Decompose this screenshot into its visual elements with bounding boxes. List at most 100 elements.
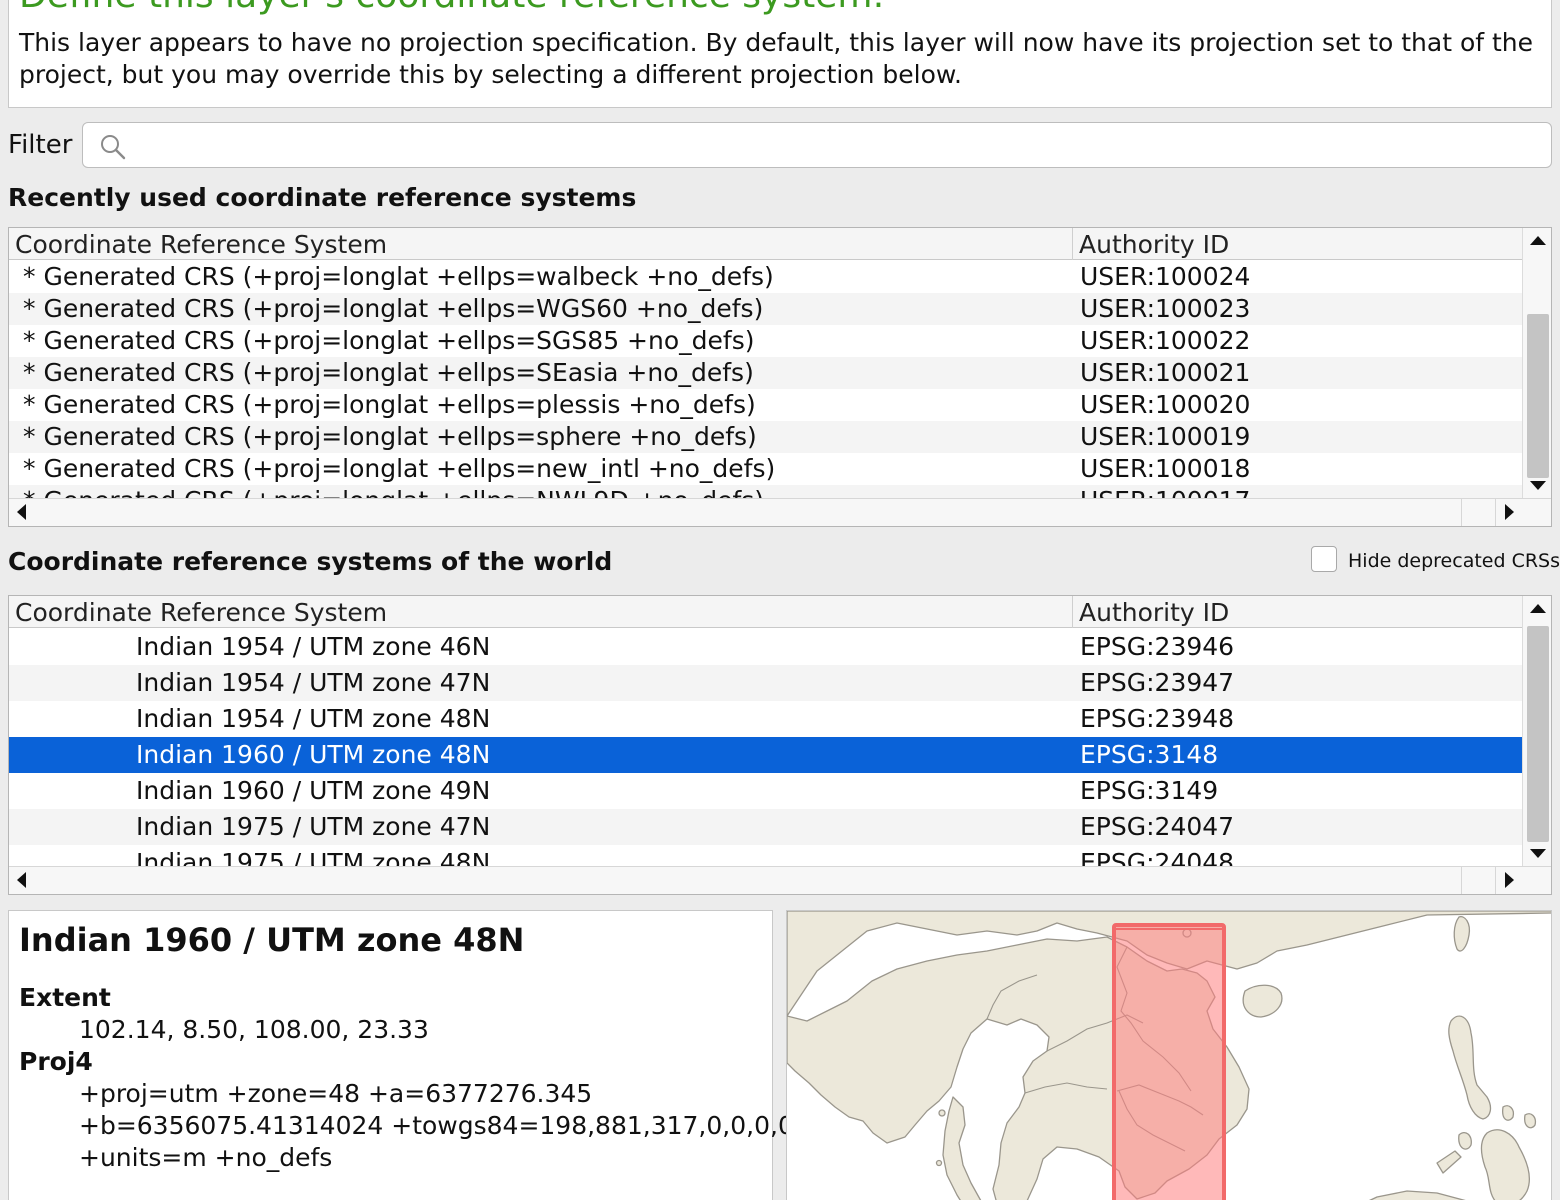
recent-crs-row[interactable]: * Generated CRS (+proj=longlat +ellps=ne… (9, 453, 1522, 485)
extent-value: 102.14, 8.50, 108.00, 23.33 (79, 1015, 429, 1044)
authority-id-cell: USER:100022 (1080, 326, 1251, 355)
header-panel: Define this layer's coordinate reference… (8, 0, 1552, 108)
authority-id-cell: EPSG:24047 (1080, 812, 1235, 841)
world-crs-table[interactable]: Coordinate Reference System Authority ID… (8, 595, 1552, 895)
proj4-line: +b=6356075.41314024 +towgs84=198,881,317… (79, 1111, 794, 1140)
filter-label: Filter (8, 130, 73, 160)
world-table-body: Indian 1954 / UTM zone 46N EPSG:23946 Indi… (9, 629, 1522, 867)
land-mass (1480, 1129, 1531, 1200)
scroll-right-arrow-icon[interactable] (1505, 504, 1514, 520)
authority-id-cell: USER:100019 (1080, 422, 1251, 451)
world-map (787, 911, 1551, 1200)
scroll-up-arrow-icon[interactable] (1530, 236, 1546, 245)
world-crs-row[interactable]: Indian 1960 / UTM zone 48N EPSG:3148 (9, 737, 1522, 773)
hide-deprecated-label[interactable]: Hide deprecated CRSs (1348, 550, 1560, 572)
recent-vertical-scrollbar[interactable] (1522, 228, 1551, 499)
recent-crs-row[interactable]: * Generated CRS (+proj=longlat +ellps=wa… (9, 261, 1522, 293)
authority-id-cell: EPSG:24048 (1080, 848, 1235, 867)
land-mass (1369, 1190, 1466, 1200)
crs-details-title: Indian 1960 / UTM zone 48N (19, 921, 525, 959)
world-crs-title: Coordinate reference systems of the worl… (8, 547, 613, 576)
authority-id-cell: USER:100020 (1080, 390, 1251, 419)
crs-name-cell: * Generated CRS (+proj=longlat +ellps=sp… (23, 422, 757, 451)
filter-field[interactable] (82, 122, 1552, 168)
land-mass (1458, 1131, 1472, 1150)
land-mass (938, 1109, 946, 1117)
crs-name-cell: * Generated CRS (+proj=longlat +ellps=SE… (23, 358, 754, 387)
world-vertical-scrollbar[interactable] (1522, 596, 1551, 867)
recent-horizontal-scrollbar[interactable] (9, 498, 1551, 526)
world-table-header: Coordinate Reference System Authority ID (9, 596, 1522, 628)
authority-id-cell: USER:100023 (1080, 294, 1251, 323)
recent-crs-row[interactable]: * Generated CRS (+proj=longlat +ellps=SG… (9, 325, 1522, 357)
recent-crs-table[interactable]: Coordinate Reference System Authority ID… (8, 227, 1552, 527)
crs-extent-rectangle (1112, 923, 1226, 1200)
authority-id-cell: EPSG:23946 (1080, 632, 1235, 661)
recent-crs-row[interactable]: * Generated CRS (+proj=longlat +ellps=WG… (9, 293, 1522, 325)
authority-id-cell: EPSG:23947 (1080, 668, 1235, 697)
recent-crs-row[interactable]: * Generated CRS (+proj=longlat +ellps=sp… (9, 421, 1522, 453)
world-horizontal-scrollbar[interactable] (9, 866, 1551, 894)
hide-deprecated-checkbox[interactable] (1311, 546, 1337, 572)
crs-name-cell: Indian 1975 / UTM zone 47N (136, 812, 491, 841)
scroll-left-arrow-icon[interactable] (17, 504, 26, 520)
filter-input[interactable] (139, 129, 1539, 161)
world-crs-row[interactable]: Indian 1975 / UTM zone 48N EPSG:24048 (9, 845, 1522, 867)
authority-id-cell: EPSG:23948 (1080, 704, 1235, 733)
world-crs-row[interactable]: Indian 1954 / UTM zone 48N EPSG:23948 (9, 701, 1522, 737)
land-mass (1502, 1105, 1515, 1121)
authority-id-cell: EPSG:3148 (1080, 740, 1219, 769)
crs-name-cell: * Generated CRS (+proj=longlat +ellps=WG… (23, 294, 764, 323)
crs-name-cell: * Generated CRS (+proj=longlat +ellps=pl… (23, 390, 756, 419)
header-title: Define this layer's coordinate reference… (19, 0, 885, 16)
crs-name-cell: Indian 1954 / UTM zone 47N (136, 668, 491, 697)
land-mass (1242, 984, 1283, 1018)
scroll-right-arrow-icon[interactable] (1505, 872, 1514, 888)
scrollbar-track-end (1461, 499, 1495, 526)
scroll-down-arrow-icon[interactable] (1530, 849, 1546, 858)
recent-crs-row[interactable]: * Generated CRS (+proj=longlat +ellps=pl… (9, 389, 1522, 421)
scrollbar-thumb[interactable] (1527, 626, 1549, 842)
world-crs-row[interactable]: Indian 1975 / UTM zone 47N EPSG:24047 (9, 809, 1522, 845)
crs-name-cell: * Generated CRS (+proj=longlat +ellps=wa… (23, 262, 774, 291)
crs-name-cell: Indian 1975 / UTM zone 48N (136, 848, 491, 867)
world-crs-row[interactable]: Indian 1954 / UTM zone 46N EPSG:23946 (9, 629, 1522, 665)
proj4-line: +proj=utm +zone=48 +a=6377276.345 (79, 1079, 593, 1108)
authority-id-cell: USER:100018 (1080, 454, 1251, 483)
authority-id-cell: USER:100021 (1080, 358, 1251, 387)
crs-name-cell: Indian 1960 / UTM zone 49N (136, 776, 491, 805)
land-mass (942, 1096, 982, 1200)
column-header-authority-id[interactable]: Authority ID (1072, 596, 1522, 628)
land-mass (1453, 916, 1471, 952)
crs-name-cell: Indian 1960 / UTM zone 48N (136, 740, 491, 769)
land-mass (935, 1159, 943, 1167)
crs-details-panel: Indian 1960 / UTM zone 48N Extent 102.14… (8, 910, 794, 1200)
scrollbar-thumb[interactable] (1527, 314, 1549, 478)
proj4-heading: Proj4 (19, 1047, 93, 1076)
world-crs-row[interactable]: Indian 1954 / UTM zone 47N EPSG:23947 (9, 665, 1522, 701)
land-mass (1448, 1015, 1492, 1120)
search-icon (101, 135, 126, 160)
scroll-left-arrow-icon[interactable] (17, 872, 26, 888)
proj4-line: +units=m +no_defs (79, 1143, 333, 1172)
header-description: This layer appears to have no projection… (19, 28, 1534, 89)
authority-id-cell: EPSG:3149 (1080, 776, 1219, 805)
land-mass (1436, 1150, 1462, 1174)
world-crs-row[interactable]: Indian 1960 / UTM zone 49N EPSG:3149 (9, 773, 1522, 809)
scrollbar-track-end (1461, 867, 1495, 894)
column-header-crs[interactable]: Coordinate Reference System (9, 596, 1072, 628)
scroll-up-arrow-icon[interactable] (1530, 604, 1546, 613)
column-header-crs[interactable]: Coordinate Reference System (9, 228, 1072, 260)
extent-heading: Extent (19, 983, 111, 1012)
crs-name-cell: * Generated CRS (+proj=longlat +ellps=SG… (23, 326, 755, 355)
crs-name-cell: * Generated CRS (+proj=longlat +ellps=ne… (23, 454, 776, 483)
recent-crs-title: Recently used coordinate reference syste… (8, 183, 637, 212)
extent-map-preview[interactable] (786, 910, 1552, 1200)
crs-name-cell: Indian 1954 / UTM zone 48N (136, 704, 491, 733)
recent-crs-row[interactable]: * Generated CRS (+proj=longlat +ellps=SE… (9, 357, 1522, 389)
recent-table-header: Coordinate Reference System Authority ID (9, 228, 1522, 260)
land-mass (1524, 1113, 1537, 1129)
recent-table-body: * Generated CRS (+proj=longlat +ellps=wa… (9, 261, 1522, 500)
column-header-authority-id[interactable]: Authority ID (1072, 228, 1522, 260)
scroll-down-arrow-icon[interactable] (1530, 481, 1546, 490)
